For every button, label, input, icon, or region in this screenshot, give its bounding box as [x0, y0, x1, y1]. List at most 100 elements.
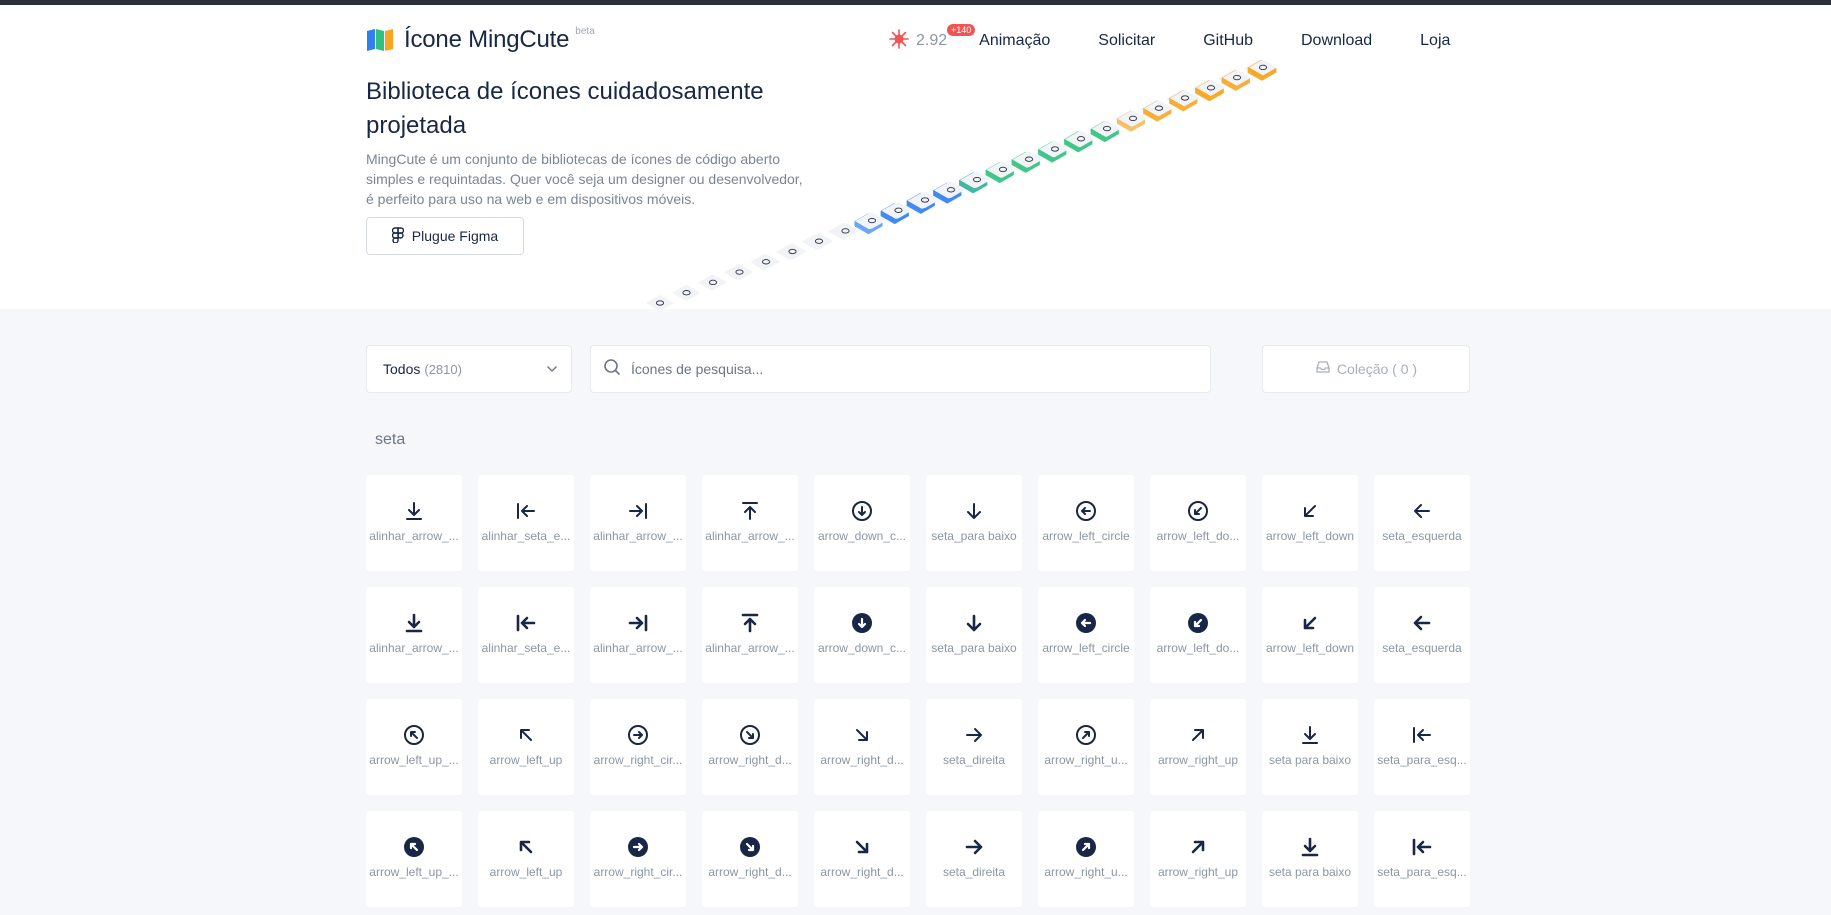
collection-label: Coleção ( 0 ) — [1336, 361, 1418, 377]
icon-card[interactable]: alinhar_arrow_... — [590, 475, 686, 571]
icon-card[interactable]: seta_para baixo — [926, 587, 1022, 683]
icon-card[interactable]: seta_direita — [926, 811, 1022, 907]
section-title: seta — [375, 431, 406, 448]
icon-card[interactable]: seta_direita — [926, 699, 1022, 795]
icon-card[interactable]: arrow_left_do... — [1150, 475, 1246, 571]
icon-card[interactable]: arrow_left_up — [478, 811, 574, 907]
icon-card-label: seta_esquerda — [1382, 641, 1462, 655]
icon-card-label: arrow_left_up_... — [369, 753, 459, 767]
icon-card[interactable]: seta_para baixo — [926, 475, 1022, 571]
icon-card-label: arrow_left_down — [1265, 529, 1355, 543]
icon-card[interactable]: seta_esquerda — [1374, 475, 1470, 571]
sparkle-icon — [888, 28, 910, 55]
align-arrow-left-fill-icon — [514, 611, 538, 635]
figma-icon — [391, 226, 412, 246]
icon-card[interactable]: arrow_left_up_... — [366, 699, 462, 795]
icon-card-label: arrow_right_d... — [820, 753, 904, 767]
icon-tile — [805, 233, 833, 250]
icon-card[interactable]: arrow_right_u... — [1038, 699, 1134, 795]
icon-card[interactable]: alinhar_arrow_... — [366, 475, 462, 571]
arrow-right-down-circle-fill-icon — [738, 835, 762, 859]
icon-card-label: arrow_right_cir... — [593, 865, 683, 879]
icon-card[interactable]: arrow_right_d... — [814, 811, 910, 907]
search-icon — [603, 358, 621, 381]
icon-card[interactable]: arrow_left_do... — [1150, 587, 1246, 683]
icon-card[interactable]: alinhar_arrow_... — [702, 587, 798, 683]
icon-card[interactable]: seta_para_esq... — [1374, 811, 1470, 907]
nav-request[interactable]: Solicitar — [1098, 32, 1155, 50]
align-arrow-down-icon — [402, 499, 426, 523]
icon-card[interactable]: alinhar_seta_e... — [478, 475, 574, 571]
icon-card[interactable]: arrow_left_up — [478, 699, 574, 795]
icon-card-label: seta_esquerda — [1382, 529, 1462, 543]
hero-section: Ícone MingCute beta 2.92 +140 Animação S… — [0, 5, 1831, 309]
align-arrow-left-icon — [514, 499, 538, 523]
nav-store[interactable]: Loja — [1420, 32, 1450, 50]
brand[interactable]: Ícone MingCute beta — [366, 26, 595, 54]
arrow-down-fill-icon — [962, 611, 986, 635]
icon-card-label: seta_direita — [942, 865, 1006, 879]
version-indicator[interactable]: 2.92 +140 — [888, 23, 976, 55]
icon-card[interactable]: arrow_left_down — [1262, 587, 1358, 683]
icon-card-label: arrow_left_down — [1265, 641, 1355, 655]
search-box — [590, 345, 1211, 393]
brand-name: Ícone MingCute — [404, 26, 570, 53]
arrow-right-fill-icon — [962, 835, 986, 859]
icon-card-label: alinhar_seta_e... — [481, 641, 571, 655]
icon-card[interactable]: arrow_right_u... — [1038, 811, 1134, 907]
icon-card[interactable]: seta para baixo — [1262, 699, 1358, 795]
icon-card[interactable]: alinhar_arrow_... — [702, 475, 798, 571]
icon-card[interactable]: arrow_left_circle — [1038, 587, 1134, 683]
icon-card-label: seta_para_esq... — [1377, 865, 1467, 879]
arrow-right-up-circle-fill-icon — [1074, 835, 1098, 859]
icon-card-label: arrow_right_u... — [1044, 865, 1128, 879]
icon-card[interactable]: alinhar_arrow_... — [590, 587, 686, 683]
icon-card[interactable]: arrow_right_d... — [702, 811, 798, 907]
icon-card[interactable]: arrow_right_cir... — [590, 699, 686, 795]
icon-card-label: seta para baixo — [1268, 753, 1352, 767]
figma-plugin-button[interactable]: Plugue Figma — [366, 217, 524, 255]
icon-card[interactable]: arrow_left_up_... — [366, 811, 462, 907]
search-input[interactable] — [629, 360, 1193, 378]
icon-card[interactable]: arrow_right_up — [1150, 699, 1246, 795]
nav-github[interactable]: GitHub — [1203, 32, 1253, 50]
icon-card[interactable]: alinhar_seta_e... — [478, 587, 574, 683]
icon-card-label: seta_direita — [942, 753, 1006, 767]
icon-card[interactable]: arrow_down_c... — [814, 587, 910, 683]
icon-card[interactable]: arrow_down_c... — [814, 475, 910, 571]
chevron-down-icon — [545, 362, 559, 381]
icon-card[interactable]: arrow_left_circle — [1038, 475, 1134, 571]
arrow-left-circle-icon — [1074, 499, 1098, 523]
icon-card[interactable]: seta_para_esq... — [1374, 699, 1470, 795]
icon-card[interactable]: alinhar_arrow_... — [366, 587, 462, 683]
arrow-left-icon — [1410, 499, 1434, 523]
icon-card-label: seta para baixo — [1268, 865, 1352, 879]
icon-card[interactable]: seta para baixo — [1262, 811, 1358, 907]
collection-button[interactable]: Coleção ( 0 ) — [1262, 345, 1470, 393]
arrow-right-down-fill-icon — [850, 835, 874, 859]
category-select[interactable]: Todos (2810) — [366, 345, 572, 393]
icon-card-label: alinhar_arrow_... — [369, 529, 459, 543]
nav-download[interactable]: Download — [1301, 32, 1372, 50]
icon-card-label: alinhar_seta_e... — [481, 529, 571, 543]
toolbar: Todos (2810) Coleção ( 0 ) — [366, 345, 1470, 393]
icon-card-label: arrow_down_c... — [817, 529, 907, 543]
icon-card[interactable]: arrow_right_d... — [814, 699, 910, 795]
icon-card-label: seta_para baixo — [931, 641, 1017, 655]
arrow-left-circle-fill-icon — [1074, 611, 1098, 635]
arrow-right-up-circle-icon — [1074, 723, 1098, 747]
icon-card[interactable]: arrow_right_up — [1150, 811, 1246, 907]
mingcute-logo-icon — [366, 28, 396, 52]
icon-card-label: arrow_left_do... — [1156, 529, 1240, 543]
icon-card[interactable]: arrow_right_d... — [702, 699, 798, 795]
icon-card[interactable]: arrow_right_cir... — [590, 811, 686, 907]
arrow-to-down-icon — [1298, 723, 1322, 747]
version-badge: +140 — [947, 23, 976, 36]
arrow-right-down-icon — [850, 723, 874, 747]
icon-card[interactable]: arrow_left_down — [1262, 475, 1358, 571]
arrow-left-up-circle-fill-icon — [402, 835, 426, 859]
icon-card-label: arrow_left_up — [489, 865, 563, 879]
icon-card-label: arrow_right_d... — [708, 753, 792, 767]
icon-card[interactable]: seta_esquerda — [1374, 587, 1470, 683]
nav-animation[interactable]: Animação — [979, 32, 1050, 50]
